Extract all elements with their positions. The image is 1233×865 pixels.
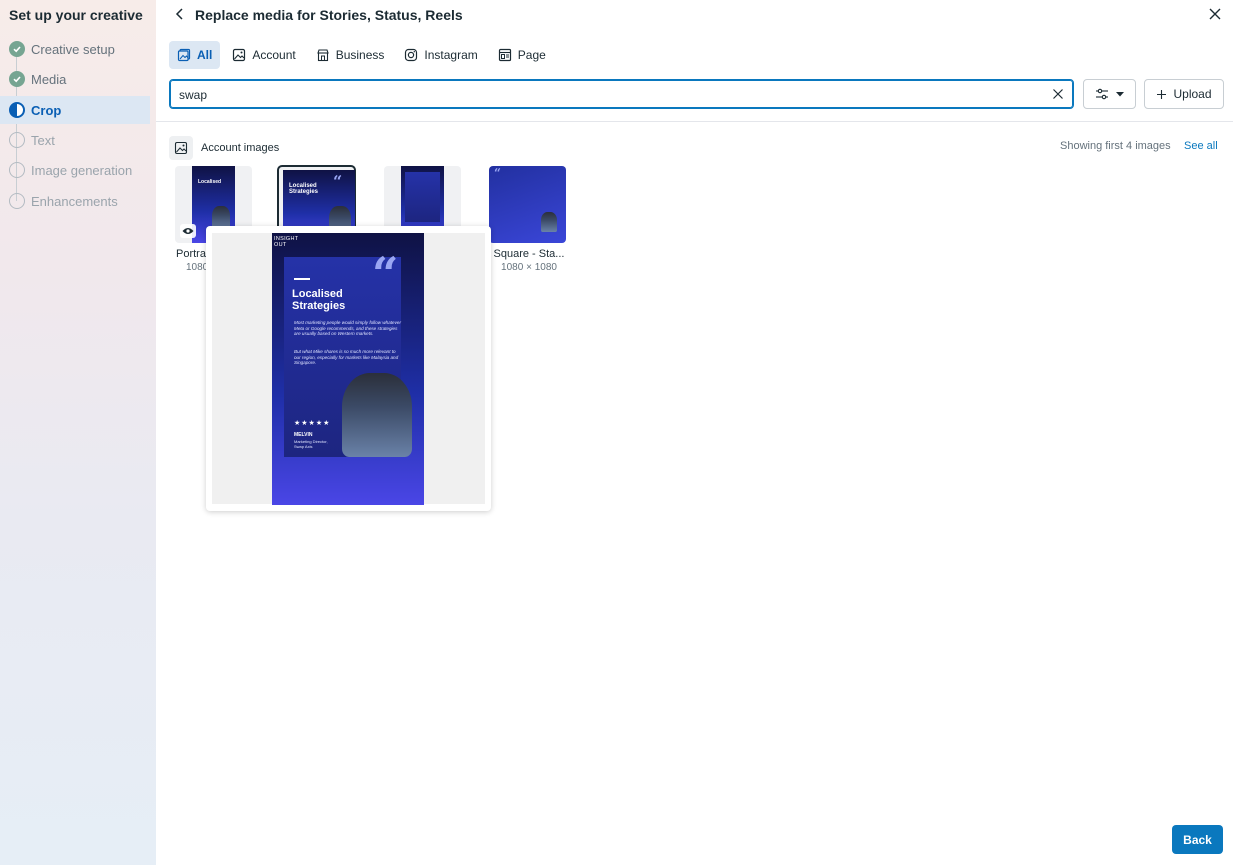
step-label: Text [31, 132, 55, 148]
tab-label: Business [335, 48, 385, 62]
upload-label: Upload [1173, 87, 1212, 101]
page-icon [498, 48, 511, 62]
poster-heading: Strategies [292, 300, 346, 312]
sidebar: Set up your creative Creative setup Medi… [0, 0, 156, 865]
quote-icon: “ [333, 172, 343, 191]
tab-business[interactable]: Business [308, 41, 393, 69]
plus-icon [1157, 89, 1167, 99]
poster-person-role: Marketing Director, Swap Axis [294, 439, 328, 449]
upload-button[interactable]: Upload [1144, 79, 1224, 109]
search-box [169, 79, 1074, 109]
preview-poster: INSIGHT OUT “ Localised Strategies Most … [272, 233, 424, 505]
check-icon [9, 41, 25, 57]
step-label: Crop [31, 102, 62, 118]
circle-icon [9, 162, 25, 178]
step-label: Creative setup [31, 41, 115, 57]
poster-person [541, 212, 557, 232]
instagram-icon [405, 48, 418, 62]
tab-page[interactable]: Page [490, 41, 554, 69]
poster-body: Most marketing people would simply follo… [294, 320, 401, 337]
poster-stars: ★★★★★ [294, 420, 331, 427]
poster-dash [294, 278, 310, 280]
poster-image: “ [489, 166, 566, 243]
step-crop[interactable]: Crop [0, 96, 150, 124]
image-icon [233, 48, 246, 62]
tab-instagram[interactable]: Instagram [396, 41, 485, 69]
poster-heading: Localised [198, 179, 222, 185]
poster-heading: Strategies [289, 189, 319, 195]
poster-body: But what Mike shares is so much more rel… [294, 349, 399, 366]
close-icon[interactable] [1206, 5, 1224, 23]
see-all-link[interactable]: See all [1184, 140, 1218, 152]
clear-icon[interactable] [1052, 88, 1064, 100]
panel-title: Replace media for Stories, Status, Reels [195, 7, 463, 23]
gallery-icon [177, 48, 191, 62]
poster-heading: Localised [292, 288, 343, 300]
image-icon [169, 136, 193, 160]
circle-icon [9, 132, 25, 148]
circle-icon [9, 193, 25, 209]
filter-button[interactable] [1083, 79, 1136, 109]
poster-person [342, 373, 412, 457]
check-icon [9, 71, 25, 87]
media-panel: Replace media for Stories, Status, Reels… [156, 0, 1233, 865]
back-button[interactable]: Back [1172, 825, 1223, 854]
tab-account[interactable]: Account [224, 41, 303, 69]
step-enhancements[interactable]: Enhancements [0, 187, 150, 215]
quote-icon: “ [494, 166, 501, 180]
poster-brand: INSIGHT OUT [274, 236, 299, 248]
step-label: Enhancements [31, 193, 118, 209]
image-thumbnail[interactable]: “ [489, 166, 566, 243]
tab-label: Instagram [424, 48, 478, 62]
image-card[interactable]: “ Square - Sta... 1080 × 1080 [489, 166, 569, 273]
sliders-icon [1095, 88, 1108, 100]
step-image-generation[interactable]: Image generation [0, 156, 150, 184]
store-icon [316, 49, 329, 62]
tab-label: All [197, 48, 213, 62]
step-text[interactable]: Text [0, 126, 150, 154]
tab-label: Account [252, 48, 296, 62]
section-title: Account images [201, 142, 280, 154]
sidebar-title: Set up your creative [9, 7, 143, 23]
tab-all[interactable]: All [169, 41, 221, 69]
step-media[interactable]: Media [0, 65, 150, 93]
poster-person-name: MELVIN [294, 432, 313, 438]
showing-count: Showing first 4 images [1060, 140, 1171, 152]
divider [156, 121, 1233, 122]
image-dimensions: 1080 × 1080 [501, 262, 557, 273]
quote-icon: “ [372, 247, 399, 301]
image-name: Square - Sta... [493, 248, 565, 260]
source-tabs: All Account Business Instagram Page [169, 41, 554, 69]
image-preview-popover: INSIGHT OUT “ Localised Strategies Most … [206, 226, 491, 511]
chevron-left-icon[interactable] [171, 5, 189, 23]
eye-icon[interactable] [180, 224, 196, 238]
step-label: Image generation [31, 162, 133, 178]
search-input[interactable] [179, 86, 1039, 104]
poster-panel [405, 172, 440, 222]
caret-down-icon [1115, 92, 1124, 97]
step-creative-setup[interactable]: Creative setup [0, 35, 150, 63]
step-label: Media [31, 71, 67, 87]
tab-label: Page [517, 48, 546, 62]
half-circle-icon [9, 102, 25, 118]
